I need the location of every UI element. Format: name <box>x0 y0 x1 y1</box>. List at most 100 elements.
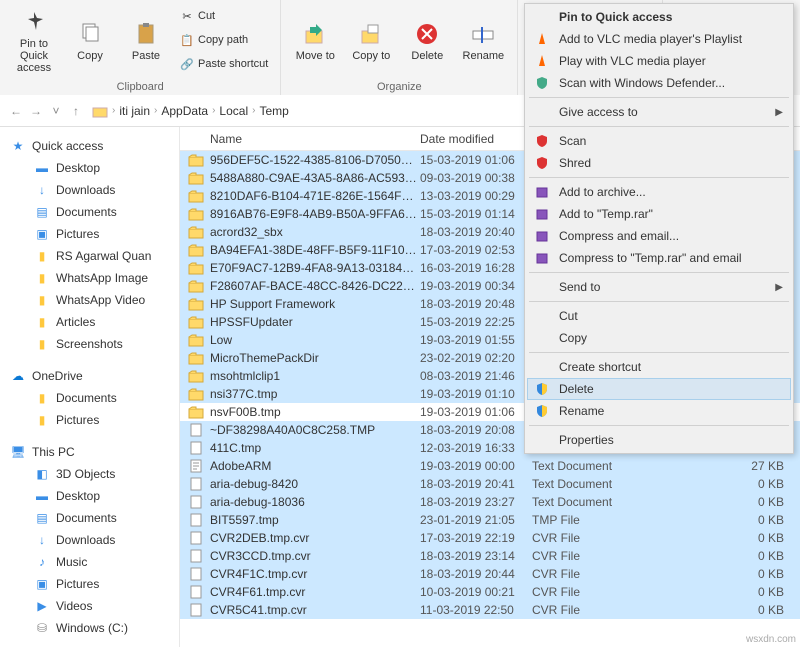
sidebar-onedrive-pictures[interactable]: ▮Pictures <box>0 409 179 431</box>
breadcrumb[interactable]: › iti jain› AppData› Local› Temp <box>92 103 289 119</box>
folder-icon: ▮ <box>34 248 50 264</box>
sidebar-videos[interactable]: ▶Videos <box>0 595 179 617</box>
file-row[interactable]: CVR5C41.tmp.cvr11-03-2019 22:50CVR File0… <box>180 601 800 619</box>
cm-vlc-play[interactable]: Play with VLC media player <box>527 50 791 72</box>
file-name: F28607AF-BACE-48CC-8426-DC220421E3... <box>210 279 420 293</box>
pin-quick-access-button[interactable]: Pin to Quick access <box>8 5 60 77</box>
file-type: CVR File <box>532 585 650 599</box>
file-name: BIT5597.tmp <box>210 513 420 527</box>
up-button[interactable]: ↑ <box>68 104 84 118</box>
sidebar-downloads2[interactable]: ↓Downloads <box>0 529 179 551</box>
cm-send-to[interactable]: Send to▶ <box>527 276 791 298</box>
pin-icon <box>20 8 48 36</box>
file-type: Text Document <box>532 477 650 491</box>
file-name: 8210DAF6-B104-471E-826E-1564F52673BB <box>210 189 420 203</box>
sidebar-desktop[interactable]: ▬Desktop <box>0 157 179 179</box>
copy-to-icon <box>357 20 385 48</box>
file-row[interactable]: CVR4F1C.tmp.cvr18-03-2019 20:44CVR File0… <box>180 565 800 583</box>
paste-shortcut-button[interactable]: 🔗Paste shortcut <box>176 53 272 75</box>
sidebar-windows-c[interactable]: ⛁Windows (C:) <box>0 617 179 639</box>
sidebar: ★Quick access ▬Desktop ↓Downloads ▤Docum… <box>0 127 180 647</box>
file-row[interactable]: CVR4F61.tmp.cvr10-03-2019 00:21CVR File0… <box>180 583 800 601</box>
cm-give-access[interactable]: Give access to▶ <box>527 101 791 123</box>
sidebar-item-screenshots[interactable]: ▮Screenshots <box>0 333 179 355</box>
chevron-right-icon: ▶ <box>775 107 783 118</box>
forward-button[interactable]: → <box>28 104 44 118</box>
sidebar-downloads[interactable]: ↓Downloads <box>0 179 179 201</box>
copy-button[interactable]: Copy <box>64 5 116 77</box>
cm-compress-email[interactable]: Compress and email... <box>527 225 791 247</box>
crumb[interactable]: Local <box>219 104 248 118</box>
recent-button[interactable]: ˅ <box>48 104 64 118</box>
delete-button[interactable]: Delete <box>401 5 453 77</box>
copy-path-button[interactable]: 📋Copy path <box>176 29 272 51</box>
file-row[interactable]: aria-debug-1803618-03-2019 23:27Text Doc… <box>180 493 800 511</box>
file-icon <box>188 566 204 582</box>
mcafee-icon <box>533 155 551 171</box>
col-date[interactable]: Date modified <box>420 132 532 146</box>
pictures-icon: ▣ <box>34 226 50 242</box>
sidebar-documents[interactable]: ▤Documents <box>0 201 179 223</box>
file-row[interactable]: aria-debug-842018-03-2019 20:41Text Docu… <box>180 475 800 493</box>
paste-button[interactable]: Paste <box>120 5 172 77</box>
file-date: 09-03-2019 00:38 <box>420 171 532 185</box>
nav-arrows: ← → ˅ ↑ <box>8 104 84 118</box>
rename-button[interactable]: Rename <box>457 5 509 77</box>
file-row[interactable]: CVR2DEB.tmp.cvr17-03-2019 22:19CVR File0… <box>180 529 800 547</box>
cm-cut[interactable]: Cut <box>527 305 791 327</box>
cm-compress-temp-rar-email[interactable]: Compress to "Temp.rar" and email <box>527 247 791 269</box>
cm-add-temp-rar[interactable]: Add to "Temp.rar" <box>527 203 791 225</box>
file-date: 16-03-2019 16:28 <box>420 261 532 275</box>
crumb[interactable]: AppData <box>161 104 208 118</box>
cm-scan-defender[interactable]: Scan with Windows Defender... <box>527 72 791 94</box>
cm-rename[interactable]: Rename <box>527 400 791 422</box>
sidebar-music[interactable]: ♪Music <box>0 551 179 573</box>
cut-button[interactable]: ✂Cut <box>176 5 272 27</box>
cm-copy[interactable]: Copy <box>527 327 791 349</box>
sidebar-quick-access[interactable]: ★Quick access <box>0 135 179 157</box>
3d-icon: ◧ <box>34 466 50 482</box>
copy-to-button[interactable]: Copy to <box>345 5 397 77</box>
cm-vlc-add[interactable]: Add to VLC media player's Playlist <box>527 28 791 50</box>
col-name[interactable]: Name <box>180 132 420 146</box>
cm-add-archive[interactable]: Add to archive... <box>527 181 791 203</box>
cm-pin-quick-access[interactable]: Pin to Quick access <box>527 6 791 28</box>
file-date: 19-03-2019 01:55 <box>420 333 532 347</box>
winrar-icon <box>533 206 551 222</box>
sidebar-onedrive[interactable]: ☁OneDrive <box>0 365 179 387</box>
back-button[interactable]: ← <box>8 104 24 118</box>
file-date: 19-03-2019 01:10 <box>420 387 532 401</box>
folder-icon <box>188 242 204 258</box>
sidebar-3d-objects[interactable]: ◧3D Objects <box>0 463 179 485</box>
crumb[interactable]: Temp <box>259 104 288 118</box>
file-name: aria-debug-8420 <box>210 477 420 491</box>
cm-create-shortcut[interactable]: Create shortcut <box>527 356 791 378</box>
file-row[interactable]: BIT5597.tmp23-01-2019 21:05TMP File0 KB <box>180 511 800 529</box>
crumb[interactable]: iti jain <box>119 104 150 118</box>
file-date: 18-03-2019 20:44 <box>420 567 532 581</box>
sidebar-item-rs[interactable]: ▮RS Agarwal Quan <box>0 245 179 267</box>
file-size: 0 KB <box>650 495 800 509</box>
move-to-button[interactable]: Move to <box>289 5 341 77</box>
file-icon <box>188 494 204 510</box>
cm-delete[interactable]: Delete <box>527 378 791 400</box>
sidebar-onedrive-documents[interactable]: ▮Documents <box>0 387 179 409</box>
file-name: HP Support Framework <box>210 297 420 311</box>
sidebar-item-articles[interactable]: ▮Articles <box>0 311 179 333</box>
sidebar-pictures2[interactable]: ▣Pictures <box>0 573 179 595</box>
folder-icon <box>188 386 204 402</box>
file-row[interactable]: CVR3CCD.tmp.cvr18-03-2019 23:14CVR File0… <box>180 547 800 565</box>
cm-mcafee-shred[interactable]: Shred <box>527 152 791 174</box>
file-size: 0 KB <box>650 477 800 491</box>
file-row[interactable]: AdobeARM19-03-2019 00:00Text Document27 … <box>180 457 800 475</box>
sidebar-documents2[interactable]: ▤Documents <box>0 507 179 529</box>
cm-mcafee-scan[interactable]: Scan <box>527 130 791 152</box>
sidebar-pictures[interactable]: ▣Pictures <box>0 223 179 245</box>
copy-icon <box>76 20 104 48</box>
cm-properties[interactable]: Properties <box>527 429 791 451</box>
sidebar-desktop2[interactable]: ▬Desktop <box>0 485 179 507</box>
sidebar-item-wa-vid[interactable]: ▮WhatsApp Video <box>0 289 179 311</box>
sidebar-this-pc[interactable]: 🖥This PC <box>0 441 179 463</box>
sidebar-item-wa-img[interactable]: ▮WhatsApp Image <box>0 267 179 289</box>
downloads-icon: ↓ <box>34 532 50 548</box>
